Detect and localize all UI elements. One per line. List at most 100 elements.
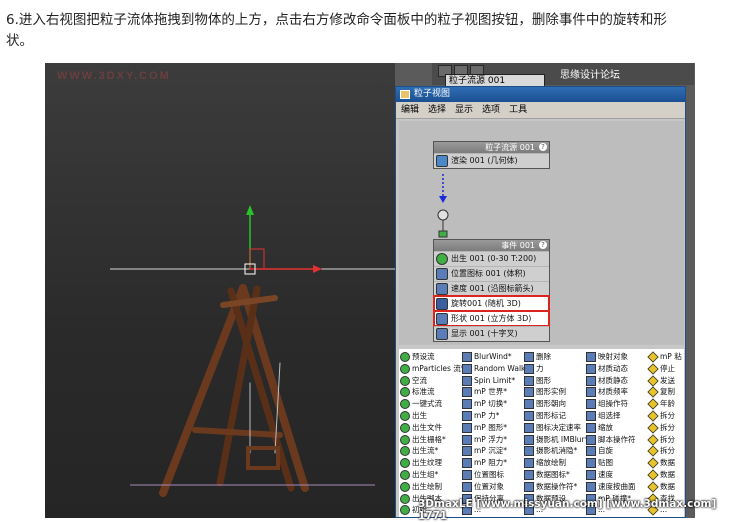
depot-item[interactable]: 速度按曲面 (585, 481, 643, 493)
depot-label: 标准流 (412, 387, 435, 397)
depot-item[interactable]: 出生组* (399, 469, 457, 481)
depot-item[interactable]: 位置图标 (461, 469, 519, 481)
depot-item[interactable]: 映射对象 (585, 351, 643, 363)
depot-item[interactable]: 数据 (647, 469, 684, 481)
particle-view-window[interactable]: 粒子视图 编辑 选择 显示 选项 工具 粒子流源 001 ? 渲染 001 (几… (395, 86, 686, 518)
operator-icon (462, 446, 472, 457)
depot-item[interactable]: 出生绘制 (399, 481, 457, 493)
operator-icon (524, 481, 534, 492)
help-icon[interactable]: ? (539, 143, 547, 151)
depot-item[interactable]: 出生流* (399, 445, 457, 457)
depot-item[interactable]: 出生纹理 (399, 457, 457, 469)
depot-item[interactable]: 数据操作符* (523, 481, 581, 493)
depot-item[interactable]: 复制 (647, 386, 684, 399)
operator-depot[interactable]: 预设流 mParticles 流* 空流 标准流 一键式流 出生 出生文件 出生… (399, 349, 684, 517)
depot-item[interactable]: 出生文件 (399, 422, 457, 434)
depot-item[interactable]: 图形 (523, 375, 581, 387)
depot-item[interactable]: mP 世界* (461, 386, 519, 398)
operator-display[interactable]: 显示 001 (十字叉) (434, 326, 549, 341)
event-node-header[interactable]: 事件 001 ? (434, 240, 549, 251)
help-icon[interactable]: ? (539, 241, 547, 249)
depot-item[interactable]: mP 阻力* (461, 457, 519, 469)
depot-label: 拆分 (660, 434, 675, 444)
operator-birth[interactable]: 出生 001 (0-30 T:200) (434, 251, 549, 266)
depot-item[interactable]: 拆分 (647, 410, 684, 422)
gizmo-plane (249, 248, 265, 270)
depot-item[interactable]: mP 沉淀* (461, 445, 519, 457)
depot-item[interactable]: 摄影机消隐* (523, 445, 581, 457)
depot-item[interactable]: mP 浮力* (461, 434, 519, 446)
depot-item[interactable]: 数据图标* (523, 469, 581, 481)
depot-item[interactable]: mP 粘 (647, 351, 684, 363)
depot-label: 贴图 (598, 458, 613, 468)
depot-item[interactable]: 材质频率 (585, 386, 643, 398)
depot-item[interactable]: 组操作符 (585, 398, 643, 410)
operator-icon (462, 434, 472, 445)
depot-item[interactable]: 数据 (647, 481, 684, 493)
menu-select[interactable]: 选择 (428, 102, 446, 118)
source-node[interactable]: 粒子流源 001 ? 渲染 001 (几何体) (433, 141, 550, 169)
depot-item[interactable]: 删除 (523, 351, 581, 363)
operator-render[interactable]: 渲染 001 (几何体) (434, 153, 549, 168)
depot-item[interactable]: 脚本操作符 (585, 434, 643, 446)
depot-item[interactable]: mP 切换* (461, 398, 519, 410)
depot-item[interactable]: 材质动态 (585, 363, 643, 375)
depot-item[interactable]: 图形标记 (523, 410, 581, 422)
operator-position-icon[interactable]: 位置图标 001 (体积) (434, 266, 549, 281)
depot-item[interactable]: 图标决定速率 (523, 422, 581, 434)
menu-display[interactable]: 显示 (455, 102, 473, 118)
depot-item[interactable]: 材质静态 (585, 375, 643, 387)
test-icon (647, 363, 659, 375)
particle-view-canvas[interactable]: 粒子流源 001 ? 渲染 001 (几何体) 事件 001 ? 出生 001 … (399, 121, 684, 345)
operator-icon (586, 387, 596, 398)
depot-item[interactable]: mP 图形* (461, 422, 519, 434)
depot-item[interactable]: 发送 (647, 374, 684, 387)
depot-item[interactable]: 标准流 (399, 386, 457, 398)
depot-item[interactable]: Random Walk* (461, 363, 529, 375)
depot-item[interactable]: 拆分 (647, 445, 684, 458)
operator-icon (524, 399, 534, 410)
source-node-header[interactable]: 粒子流源 001 ? (434, 142, 549, 153)
depot-item[interactable]: 出生栅格* (399, 434, 457, 446)
right-viewport[interactable]: WWW.3DXY.COM (45, 63, 395, 518)
depot-label: 数据 (660, 469, 675, 479)
depot-item[interactable]: 速度 (585, 469, 643, 481)
operator-shape[interactable]: 形状 001 (立方体 3D) (433, 310, 550, 327)
swing-model (159, 284, 309, 497)
depot-item[interactable]: Spin Limit* (461, 375, 519, 387)
depot-item[interactable]: 数据 (647, 457, 684, 469)
particle-view-title-bar[interactable]: 粒子视图 (396, 87, 685, 102)
depot-item[interactable]: 一键式流 (399, 398, 457, 410)
depot-item[interactable]: 预设流 (399, 351, 457, 363)
operator-rotation[interactable]: 旋转001 (随机 3D) (433, 295, 550, 312)
depot-item[interactable]: BlurWind* (461, 351, 519, 363)
depot-item[interactable]: 缩放绘制 (523, 457, 581, 469)
depot-item[interactable]: mP 力* (461, 410, 519, 422)
depot-item[interactable]: 空流 (399, 375, 457, 387)
depot-item[interactable]: 缩放 (585, 422, 643, 434)
depot-item[interactable]: 组选择 (585, 410, 643, 422)
birth-icon (400, 410, 410, 421)
depot-item[interactable]: 力 (523, 363, 581, 375)
depot-item[interactable]: 停止 (647, 363, 684, 375)
depot-item[interactable]: 出生 (399, 410, 457, 422)
depot-item[interactable]: 图形实例 (523, 386, 581, 398)
depot-item[interactable]: 年龄 (647, 398, 684, 410)
depot-item[interactable]: mParticles 流* (399, 363, 465, 375)
depot-item[interactable]: 摄影机 IMBlur* (523, 434, 588, 446)
depot-item[interactable]: 贴图 (585, 457, 643, 469)
menu-tools[interactable]: 工具 (509, 102, 527, 118)
test-icon (647, 398, 659, 410)
menu-edit[interactable]: 编辑 (401, 102, 419, 118)
depot-label: 位置对象 (474, 481, 504, 491)
depot-label: 缩放 (598, 422, 613, 432)
operator-speed[interactable]: 速度 001 (沿图标箭头) (434, 281, 549, 296)
depot-item[interactable]: 自旋 (585, 445, 643, 457)
depot-item[interactable]: 图形朝向 (523, 398, 581, 410)
menu-options[interactable]: 选项 (482, 102, 500, 118)
birth-icon (400, 469, 410, 480)
event-node[interactable]: 事件 001 ? 出生 001 (0-30 T:200) 位置图标 001 (体… (433, 239, 550, 342)
depot-item[interactable]: 位置对象 (461, 481, 519, 493)
depot-item[interactable]: 拆分 (647, 422, 684, 434)
depot-item[interactable]: 拆分 (647, 433, 684, 446)
